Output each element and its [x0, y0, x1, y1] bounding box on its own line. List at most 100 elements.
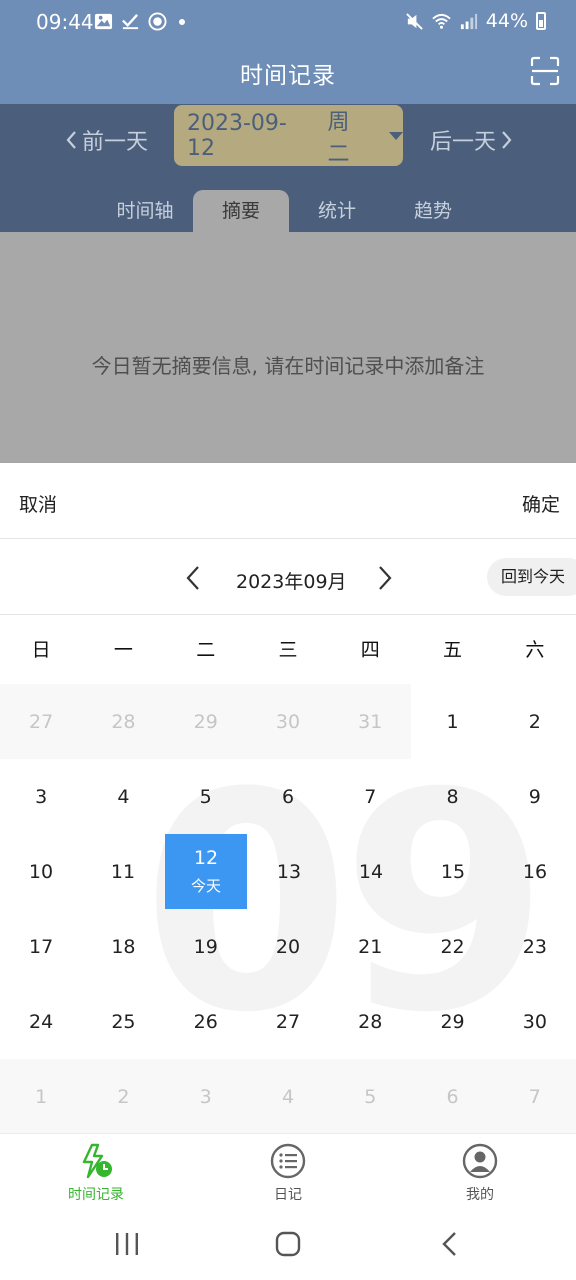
- view-tabs: 时间轴 摘要 统计 趋势: [97, 190, 481, 232]
- calendar-day[interactable]: 27: [247, 984, 329, 1059]
- calendar-day[interactable]: 16: [494, 834, 576, 909]
- cancel-button[interactable]: 取消: [19, 490, 57, 517]
- confirm-button[interactable]: 确定: [522, 490, 560, 517]
- system-navigation-bar: [0, 1208, 576, 1280]
- calendar-day[interactable]: 5: [165, 759, 247, 834]
- calendar-day[interactable]: 1: [411, 684, 493, 759]
- day-number: 26: [193, 1010, 218, 1033]
- day-number: 14: [358, 860, 384, 883]
- day-number: 5: [199, 785, 212, 808]
- day-number: 7: [364, 785, 377, 808]
- calendar-day[interactable]: 14: [330, 834, 412, 909]
- tab-timeline[interactable]: 时间轴: [97, 190, 193, 232]
- nav-profile[interactable]: 我的: [420, 1142, 540, 1204]
- calendar-day[interactable]: 13: [248, 834, 330, 909]
- calendar-day[interactable]: 9: [494, 759, 576, 834]
- day-number: 21: [358, 935, 383, 958]
- calendar-day[interactable]: 7: [329, 759, 411, 834]
- calendar-grid: 09 27 28 29 30 31 1 2 3 4 5 6 7 8 9 10 11 12 今天 13 14 15 16 17…: [0, 684, 576, 1134]
- image-icon: [94, 13, 113, 30]
- scan-icon[interactable]: [530, 56, 560, 86]
- calendar-day[interactable]: 20: [247, 909, 329, 984]
- calendar-week-row: 1 2 3 4 5 6 7: [0, 1059, 576, 1134]
- calendar-day[interactable]: 18: [82, 909, 164, 984]
- circle-app-icon: [148, 12, 167, 31]
- calendar-day[interactable]: 17: [0, 909, 82, 984]
- month-navigation: 2023年09月 回到今天: [0, 540, 576, 615]
- calendar-day-outside: 31: [329, 684, 412, 759]
- day-number: 20: [275, 935, 301, 958]
- tab-trend[interactable]: 趋势: [385, 190, 481, 232]
- home-icon[interactable]: [274, 1230, 302, 1258]
- calendar-day-outside: 1: [0, 1059, 83, 1134]
- app-root: 09:44 44% 时间记录 前一天 2023-09-12 周二 后一天 时间轴…: [0, 0, 576, 1280]
- weekday-label: 一: [113, 639, 133, 661]
- calendar-day[interactable]: 23: [494, 909, 576, 984]
- day-number: 2: [528, 710, 541, 733]
- day-number: 27: [29, 710, 54, 733]
- recent-apps-icon[interactable]: [113, 1230, 141, 1258]
- calendar-day[interactable]: 22: [411, 909, 493, 984]
- date-selector[interactable]: 2023-09-12 周二: [174, 105, 403, 167]
- tab-summary[interactable]: 摘要: [193, 190, 289, 232]
- calendar-day[interactable]: 10: [0, 834, 82, 909]
- calendar-day[interactable]: 25: [82, 984, 164, 1059]
- calendar-day-outside: 4: [246, 1059, 330, 1134]
- date-picker-sheet: 取消 确定 2023年09月 回到今天 日一二三四五六 09 27 28 29 30 3…: [0, 463, 576, 1134]
- status-right: 44%: [405, 10, 546, 32]
- calendar-day[interactable]: 29: [411, 984, 493, 1059]
- next-month-icon[interactable]: [377, 564, 393, 592]
- day-number: 1: [446, 710, 459, 733]
- day-number: 28: [358, 1010, 383, 1033]
- nav-diary[interactable]: 日记: [228, 1142, 348, 1204]
- nav-label-time-record: 时间记录: [68, 1187, 124, 1203]
- status-time: 09:44: [36, 10, 94, 34]
- calendar-day[interactable]: 26: [165, 984, 247, 1059]
- calendar-day[interactable]: 11: [82, 834, 164, 909]
- weekday-header: 日一二三四五六: [0, 616, 576, 684]
- prev-day-button[interactable]: 前一天: [64, 124, 148, 156]
- next-day-button[interactable]: 后一天: [430, 124, 514, 156]
- day-number: 12: [193, 847, 219, 869]
- calendar-day[interactable]: 24: [0, 984, 82, 1059]
- status-bar: 09:44 44%: [0, 0, 576, 44]
- date-header: 前一天 2023-09-12 周二 后一天 时间轴 摘要 统计 趋势: [0, 104, 576, 232]
- diary-list-icon: [270, 1143, 306, 1179]
- day-number: 17: [29, 935, 54, 958]
- calendar-day[interactable]: 19: [165, 909, 247, 984]
- day-number: 4: [281, 1085, 295, 1108]
- calendar-week-row: 3 4 5 6 7 8 9: [0, 759, 576, 834]
- calendar-day[interactable]: 21: [329, 909, 411, 984]
- calendar-day[interactable]: 30: [494, 984, 576, 1059]
- day-number: 8: [446, 785, 459, 808]
- month-label: 2023年09月: [236, 571, 347, 593]
- battery-percent: 44%: [485, 10, 528, 32]
- nav-label-profile: 我的: [466, 1187, 494, 1203]
- calendar-day[interactable]: 28: [329, 984, 411, 1059]
- profile-icon: [462, 1143, 498, 1179]
- day-number: 27: [275, 1010, 301, 1033]
- calendar-day[interactable]: 4: [82, 759, 164, 834]
- day-number: 5: [364, 1085, 377, 1108]
- nav-label-diary: 日记: [274, 1187, 302, 1203]
- selected-date: 2023-09-12: [187, 110, 287, 161]
- day-number: 29: [193, 710, 218, 733]
- day-number: 22: [440, 935, 465, 958]
- back-to-today-button[interactable]: 回到今天: [487, 558, 576, 596]
- calendar-day-outside: 28: [82, 684, 165, 759]
- tab-statistics[interactable]: 统计: [289, 190, 385, 232]
- calendar-day[interactable]: 2: [494, 684, 576, 759]
- calendar-day[interactable]: 8: [411, 759, 493, 834]
- back-icon[interactable]: [436, 1230, 464, 1258]
- top-bar: 09:44 44% 时间记录: [0, 0, 576, 104]
- nav-time-record[interactable]: 时间记录: [36, 1142, 156, 1204]
- calendar-day[interactable]: 6: [247, 759, 329, 834]
- day-number: 19: [193, 935, 218, 958]
- selected-weekday: 周二: [327, 109, 350, 167]
- prev-month-icon[interactable]: [185, 564, 201, 592]
- calendar-day-selected[interactable]: 12 今天: [165, 834, 247, 909]
- calendar-day[interactable]: 3: [0, 759, 82, 834]
- weekday-label: 二: [196, 639, 216, 661]
- calendar-day[interactable]: 15: [412, 834, 494, 909]
- prev-day-label: 前一天: [82, 130, 149, 155]
